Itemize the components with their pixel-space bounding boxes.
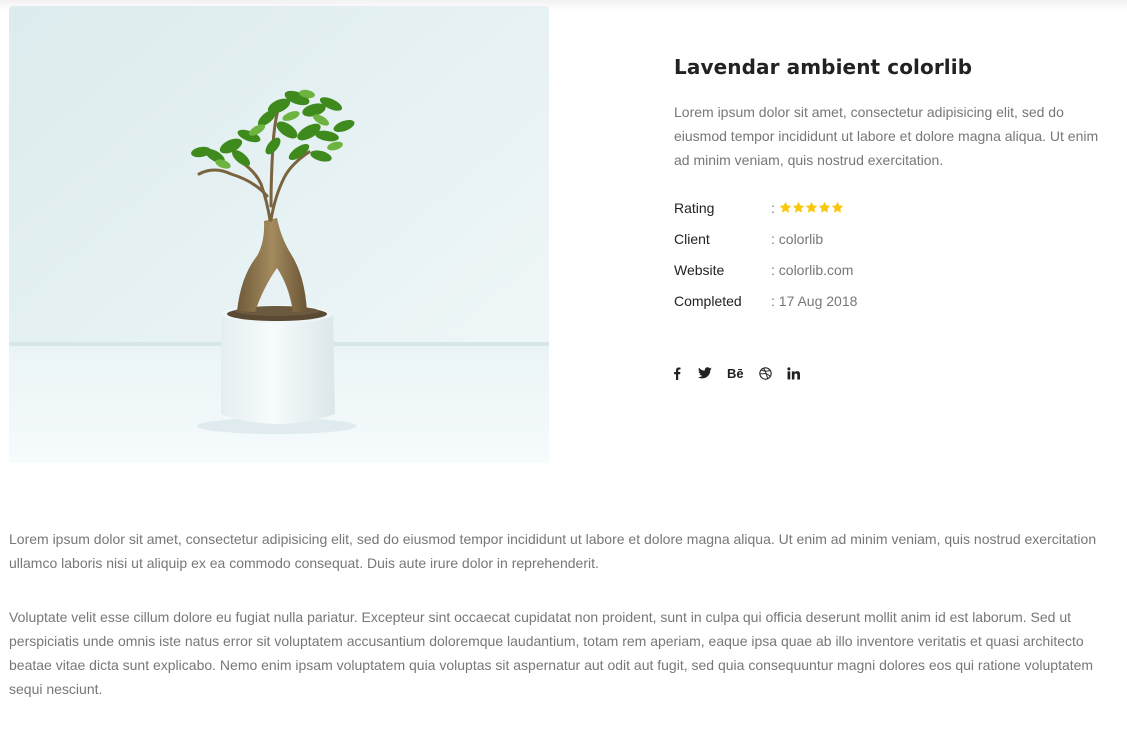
completed-label: Completed — [674, 293, 742, 309]
project-details: Lavendar ambient colorlib Lorem ipsum do… — [674, 52, 1114, 324]
meta-row-completed: Completed : 17 Aug 2018 — [674, 293, 1114, 324]
social-links: Bē — [671, 364, 815, 382]
star-icon — [831, 201, 843, 213]
twitter-link[interactable] — [698, 364, 712, 382]
completed-value: : 17 Aug 2018 — [771, 293, 858, 309]
linkedin-icon — [787, 366, 800, 379]
behance-link[interactable]: Bē — [727, 364, 744, 382]
star-icon — [818, 201, 830, 213]
website-value: : colorlib.com — [771, 262, 854, 278]
rating-separator: : — [771, 200, 775, 216]
client-value: : colorlib — [771, 231, 824, 247]
rating-value: : — [771, 200, 844, 216]
project-title: Lavendar ambient colorlib — [674, 55, 973, 79]
facebook-icon — [674, 367, 681, 380]
project-description: Lorem ipsum dolor sit amet, consectetur … — [674, 104, 1099, 168]
star-icon — [792, 201, 804, 213]
meta-row-rating: Rating : — [674, 200, 1114, 231]
behance-icon: Bē — [727, 365, 744, 381]
project-meta: Rating : Client : colorlib Website : col… — [674, 200, 1114, 324]
body-paragraph-2: Voluptate velit esse cillum dolore eu fu… — [9, 609, 1094, 697]
twitter-icon — [698, 367, 712, 379]
linkedin-link[interactable] — [787, 364, 800, 382]
rating-stars — [779, 201, 844, 214]
body-paragraph-1: Lorem ipsum dolor sit amet, consectetur … — [9, 531, 1097, 571]
rating-label: Rating — [674, 200, 715, 216]
star-icon — [805, 201, 817, 213]
project-body: Lorem ipsum dolor sit amet, consectetur … — [9, 527, 1121, 731]
client-label: Client — [674, 231, 710, 247]
project-image — [9, 6, 549, 463]
facebook-link[interactable] — [671, 364, 683, 382]
dribbble-icon — [758, 366, 772, 380]
dribbble-link[interactable] — [758, 364, 772, 382]
website-label: Website — [674, 262, 725, 278]
star-icon — [779, 201, 791, 213]
meta-row-website: Website : colorlib.com — [674, 262, 1114, 293]
meta-row-client: Client : colorlib — [674, 231, 1114, 262]
